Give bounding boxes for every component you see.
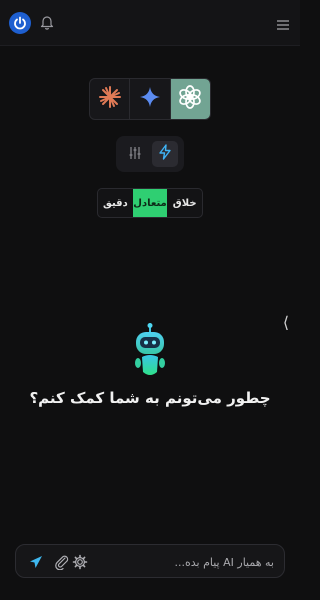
bell-icon[interactable] <box>40 14 54 30</box>
tone-balanced[interactable]: متعادل <box>132 189 168 217</box>
model-selector <box>89 78 211 120</box>
welcome-prompt: چطور می‌تونم به شما کمک کنم؟ <box>29 389 271 407</box>
tone-selector: دقیق متعادل خلاق <box>97 188 203 218</box>
gemini-icon <box>139 86 161 112</box>
lightning-icon <box>158 144 172 164</box>
app: دقیق متعادل خلاق ⟨ <box>0 0 300 600</box>
gear-icon[interactable] <box>72 554 88 570</box>
robot-mascot-icon <box>131 322 169 380</box>
send-icon[interactable] <box>28 554 44 570</box>
model-claude[interactable] <box>90 79 129 119</box>
mode-settings[interactable] <box>122 141 148 167</box>
model-gemini[interactable] <box>129 79 169 119</box>
tone-precise[interactable]: دقیق <box>98 189 133 217</box>
claude-icon <box>98 85 122 113</box>
hamburger-menu-icon[interactable] <box>276 16 290 30</box>
message-composer <box>15 544 285 578</box>
chatgpt-icon <box>177 84 203 114</box>
mode-switch <box>116 136 184 172</box>
side-panel-handle[interactable]: ⟨ <box>282 312 290 332</box>
power-icon[interactable] <box>9 12 31 34</box>
sliders-icon <box>128 145 142 164</box>
mode-fast[interactable] <box>152 141 178 167</box>
model-chatgpt[interactable] <box>169 79 210 119</box>
message-input[interactable] <box>114 553 274 571</box>
tone-creative[interactable]: خلاق <box>167 189 202 217</box>
paperclip-icon[interactable] <box>54 554 70 571</box>
top-bar <box>0 0 300 46</box>
